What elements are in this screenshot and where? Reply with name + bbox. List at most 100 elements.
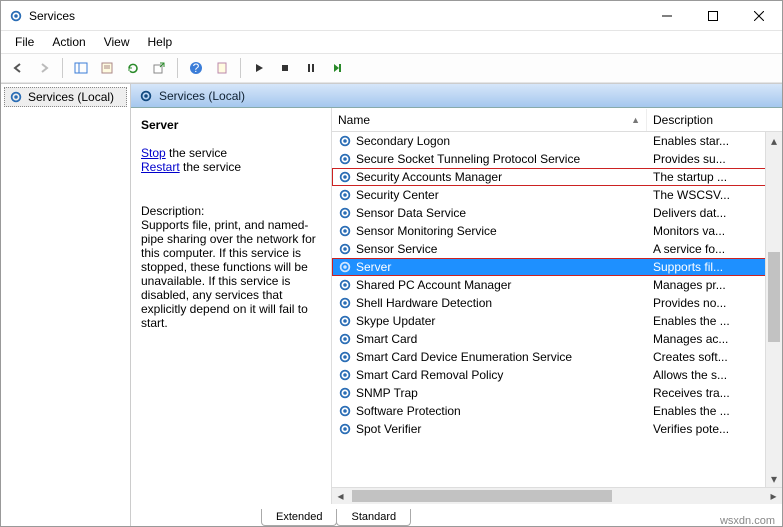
- service-name-cell: Sensor Data Service: [332, 206, 647, 220]
- service-desc-cell: Allows the s...: [647, 368, 782, 382]
- service-gear-icon: [338, 332, 352, 346]
- service-name-text: Skype Updater: [356, 314, 435, 328]
- service-name-text: Smart Card: [356, 332, 417, 346]
- service-name-cell: Secure Socket Tunneling Protocol Service: [332, 152, 647, 166]
- service-name-text: Secondary Logon: [356, 134, 450, 148]
- service-name-text: SNMP Trap: [356, 386, 418, 400]
- service-row[interactable]: SNMP TrapReceives tra...: [332, 384, 782, 402]
- tab-extended[interactable]: Extended: [261, 509, 337, 526]
- service-desc-cell: The startup ...: [647, 170, 782, 184]
- service-desc-cell: Verifies pote...: [647, 422, 782, 436]
- service-row[interactable]: Smart Card Device Enumeration ServiceCre…: [332, 348, 782, 366]
- service-row[interactable]: Spot VerifierVerifies pote...: [332, 420, 782, 438]
- scroll-thumb-h[interactable]: [352, 490, 612, 502]
- start-service-button[interactable]: [248, 57, 270, 79]
- service-row[interactable]: Smart Card Removal PolicyAllows the s...: [332, 366, 782, 384]
- service-gear-icon: [338, 152, 352, 166]
- service-row[interactable]: Secure Socket Tunneling Protocol Service…: [332, 150, 782, 168]
- service-row[interactable]: Sensor Monitoring ServiceMonitors va...: [332, 222, 782, 240]
- service-desc-cell: Manages pr...: [647, 278, 782, 292]
- titlebar[interactable]: Services: [1, 1, 782, 31]
- scroll-right-icon[interactable]: ▸: [765, 488, 782, 504]
- menu-action[interactable]: Action: [44, 33, 93, 51]
- menu-help[interactable]: Help: [140, 33, 181, 51]
- scroll-down-icon[interactable]: ▾: [766, 470, 782, 487]
- sheet-icon[interactable]: [211, 57, 233, 79]
- service-desc-cell: Enables the ...: [647, 404, 782, 418]
- list-pane: Name ▲ Description Secondary LogonEnable…: [331, 108, 782, 504]
- menu-view[interactable]: View: [96, 33, 138, 51]
- pane-header: Services (Local): [131, 84, 782, 108]
- service-name-cell: Sensor Service: [332, 242, 647, 256]
- tab-standard[interactable]: Standard: [336, 509, 411, 526]
- service-name-cell: Smart Card Removal Policy: [332, 368, 647, 382]
- restart-link[interactable]: Restart: [141, 160, 180, 174]
- right-pane: Services (Local) Server Stop the service…: [131, 84, 782, 526]
- service-name-cell: Smart Card: [332, 332, 647, 346]
- column-header-description[interactable]: Description: [647, 109, 782, 131]
- gear-icon: [9, 90, 23, 104]
- minimize-button[interactable]: [644, 1, 690, 31]
- content-area: Services (Local) Services (Local) Server…: [1, 83, 782, 526]
- tree-pane[interactable]: Services (Local): [1, 84, 131, 526]
- properties-button[interactable]: [96, 57, 118, 79]
- tree-node-services-local[interactable]: Services (Local): [4, 87, 127, 107]
- stop-link[interactable]: Stop: [141, 146, 166, 160]
- service-gear-icon: [338, 386, 352, 400]
- list-body[interactable]: Secondary LogonEnables star...Secure Soc…: [332, 132, 782, 504]
- service-row[interactable]: Software ProtectionEnables the ...: [332, 402, 782, 420]
- stop-line: Stop the service: [141, 146, 321, 160]
- close-button[interactable]: [736, 1, 782, 31]
- service-gear-icon: [338, 260, 352, 274]
- pause-service-button[interactable]: [300, 57, 322, 79]
- service-row[interactable]: ServerSupports fil...: [332, 258, 782, 276]
- service-name-cell: SNMP Trap: [332, 386, 647, 400]
- selected-service-name: Server: [141, 118, 321, 132]
- scroll-up-icon[interactable]: ▴: [766, 132, 782, 149]
- service-desc-cell: Provides no...: [647, 296, 782, 310]
- maximize-button[interactable]: [690, 1, 736, 31]
- pane-header-title: Services (Local): [159, 89, 245, 103]
- service-row[interactable]: Security CenterThe WSCSV...: [332, 186, 782, 204]
- menu-file[interactable]: File: [7, 33, 42, 51]
- tabs-row: Extended Standard: [131, 504, 782, 526]
- service-desc-cell: The WSCSV...: [647, 188, 782, 202]
- service-name-cell: Secondary Logon: [332, 134, 647, 148]
- help-button[interactable]: ?: [185, 57, 207, 79]
- forward-button[interactable]: [33, 57, 55, 79]
- service-name-cell: Shared PC Account Manager: [332, 278, 647, 292]
- service-row[interactable]: Sensor Data ServiceDelivers dat...: [332, 204, 782, 222]
- service-gear-icon: [338, 368, 352, 382]
- service-row[interactable]: Sensor ServiceA service fo...: [332, 240, 782, 258]
- service-row[interactable]: Secondary LogonEnables star...: [332, 132, 782, 150]
- vertical-scrollbar[interactable]: ▴ ▾: [765, 132, 782, 487]
- refresh-button[interactable]: [122, 57, 144, 79]
- back-button[interactable]: [7, 57, 29, 79]
- show-hide-tree-button[interactable]: [70, 57, 92, 79]
- horizontal-scrollbar[interactable]: ◂ ▸: [332, 487, 782, 504]
- pane-body: Server Stop the service Restart the serv…: [131, 108, 782, 504]
- scroll-thumb-v[interactable]: [768, 252, 780, 342]
- services-window: Services File Action View Help ? Service…: [0, 0, 783, 527]
- service-name-text: Sensor Data Service: [356, 206, 466, 220]
- scroll-left-icon[interactable]: ◂: [332, 488, 349, 504]
- service-desc-cell: Manages ac...: [647, 332, 782, 346]
- restart-service-button[interactable]: [326, 57, 348, 79]
- service-desc-cell: Provides su...: [647, 152, 782, 166]
- service-row[interactable]: Skype UpdaterEnables the ...: [332, 312, 782, 330]
- service-row[interactable]: Shared PC Account ManagerManages pr...: [332, 276, 782, 294]
- service-row[interactable]: Shell Hardware DetectionProvides no...: [332, 294, 782, 312]
- service-gear-icon: [338, 206, 352, 220]
- service-name-text: Smart Card Device Enumeration Service: [356, 350, 572, 364]
- service-gear-icon: [338, 350, 352, 364]
- stop-service-button[interactable]: [274, 57, 296, 79]
- sort-caret-icon: ▲: [631, 115, 640, 125]
- service-name-cell: Skype Updater: [332, 314, 647, 328]
- service-name-cell: Security Accounts Manager: [332, 170, 647, 184]
- column-header-name[interactable]: Name ▲: [332, 109, 647, 131]
- service-row[interactable]: Smart Card Manages ac...: [332, 330, 782, 348]
- toolbar: ?: [1, 53, 782, 83]
- watermark: wsxdn.com: [720, 515, 775, 527]
- export-button[interactable]: [148, 57, 170, 79]
- service-row[interactable]: Security Accounts ManagerThe startup ...: [332, 168, 782, 186]
